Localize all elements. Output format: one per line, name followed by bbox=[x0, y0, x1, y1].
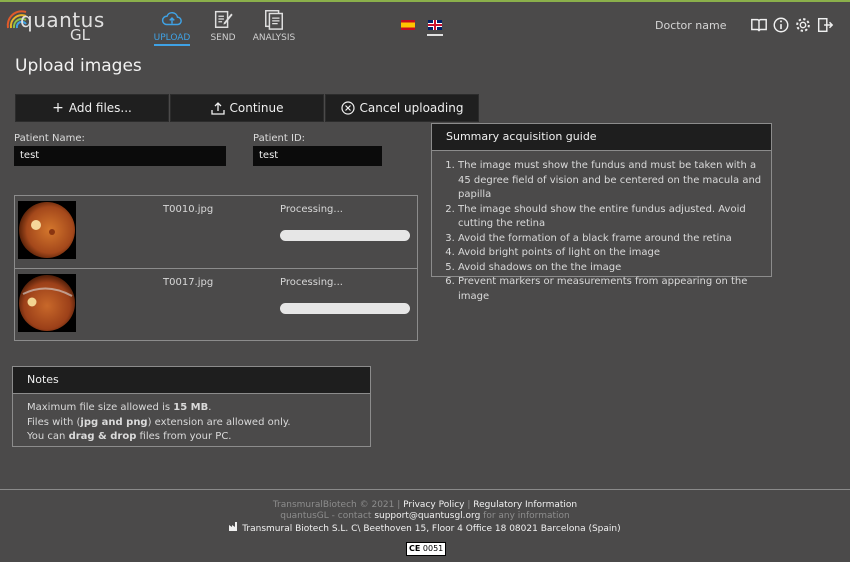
manual-book-icon[interactable] bbox=[750, 16, 768, 34]
acquisition-guide-title: Summary acquisition guide bbox=[432, 124, 771, 151]
file-status: Processing... bbox=[280, 204, 343, 215]
spanish-flag-icon[interactable] bbox=[401, 20, 415, 30]
footer-contact-prefix: quantusGL - contact bbox=[280, 511, 372, 521]
guide-item: Avoid the formation of a black frame aro… bbox=[458, 232, 763, 247]
notes-title: Notes bbox=[13, 367, 370, 394]
logo-text: quantus bbox=[20, 8, 105, 32]
patient-id-input[interactable]: test bbox=[253, 146, 382, 166]
language-selected-indicator bbox=[427, 34, 443, 36]
add-files-label: Add files... bbox=[68, 101, 132, 115]
settings-gear-icon[interactable] bbox=[794, 16, 812, 34]
regulatory-information-link[interactable]: Regulatory Information bbox=[473, 500, 577, 510]
logo-subtext: GL bbox=[70, 26, 90, 44]
notes-line-extensions: Files with (jpg and png) extension are a… bbox=[27, 416, 291, 428]
nav-upload[interactable]: UPLOAD bbox=[147, 8, 197, 46]
footer-address: Transmural Biotech S.L. C\ Beethoven 15,… bbox=[0, 522, 850, 534]
add-files-button[interactable]: + Add files... bbox=[15, 94, 169, 122]
acquisition-guide-panel: Summary acquisition guide The image must… bbox=[431, 123, 772, 302]
privacy-policy-link[interactable]: Privacy Policy bbox=[403, 500, 464, 510]
footer-links: TransmuralBiotech © 2021 | Privacy Polic… bbox=[0, 500, 850, 510]
cancel-uploading-button[interactable]: Cancel uploading bbox=[325, 94, 479, 122]
english-flag-icon[interactable] bbox=[428, 20, 442, 30]
guide-item: The image should show the entire fundus … bbox=[458, 203, 763, 232]
nav-upload-label: UPLOAD bbox=[153, 33, 191, 46]
company-address: Transmural Biotech S.L. C\ Beethoven 15,… bbox=[242, 524, 621, 534]
guide-item: Avoid shadows on the the image bbox=[458, 261, 763, 276]
fundus-thumbnail bbox=[18, 201, 76, 259]
footer-contact: quantusGL - contact support@quantusgl.or… bbox=[0, 511, 850, 521]
edit-document-icon bbox=[214, 10, 233, 28]
top-accent-line bbox=[0, 0, 850, 2]
doctor-name[interactable]: Doctor name bbox=[655, 19, 727, 32]
info-icon[interactable] bbox=[772, 16, 790, 34]
cloud-upload-icon bbox=[161, 11, 182, 26]
guide-item: Avoid bright points of light on the imag… bbox=[458, 246, 763, 261]
notes-line-file-size: Maximum file size allowed is 15 MB. bbox=[27, 402, 212, 413]
footer-separator: | bbox=[467, 500, 471, 510]
nav-analysis[interactable]: ANALYSIS bbox=[249, 8, 299, 43]
continue-button[interactable]: Continue bbox=[170, 94, 324, 122]
cancel-uploading-label: Cancel uploading bbox=[359, 101, 464, 115]
upload-progress-bar bbox=[280, 303, 410, 314]
quantus-logo[interactable]: quantus GL bbox=[4, 6, 105, 44]
upload-progress-bar bbox=[280, 230, 410, 241]
acquisition-guide-list: The image must show the fundus and must … bbox=[432, 159, 763, 304]
continue-label: Continue bbox=[229, 101, 284, 115]
file-name: T0010.jpg bbox=[163, 204, 214, 215]
notes-panel: Notes Maximum file size allowed is 15 MB… bbox=[12, 366, 371, 447]
nav-send[interactable]: SEND bbox=[198, 8, 248, 43]
nav-send-label: SEND bbox=[210, 33, 236, 43]
fundus-thumbnail bbox=[18, 274, 76, 332]
factory-icon bbox=[229, 522, 238, 531]
footer-contact-suffix: for any information bbox=[483, 511, 570, 521]
support-email-link[interactable]: support@quantusgl.org bbox=[374, 511, 480, 521]
files-list: T0010.jpg Processing... T0017.jpg Proces… bbox=[14, 195, 418, 341]
patient-id-label: Patient ID: bbox=[253, 133, 306, 144]
cancel-circle-icon bbox=[340, 101, 355, 115]
ce-number: 0051 bbox=[422, 544, 444, 553]
page-title: Upload images bbox=[15, 56, 142, 76]
plus-icon: + bbox=[52, 100, 64, 116]
nav-analysis-label: ANALYSIS bbox=[252, 33, 296, 43]
file-row: T0010.jpg Processing... bbox=[15, 196, 417, 268]
guide-item: The image must show the fundus and must … bbox=[458, 159, 763, 203]
footer-copyright: TransmuralBiotech © 2021 | bbox=[272, 500, 401, 510]
upload-icon bbox=[210, 102, 225, 115]
footer-divider bbox=[0, 489, 850, 490]
document-list-icon bbox=[265, 10, 283, 30]
notes-body: Maximum file size allowed is 15 MB. File… bbox=[13, 394, 370, 452]
file-status: Processing... bbox=[280, 277, 343, 288]
patient-name-label: Patient Name: bbox=[14, 133, 85, 144]
notes-line-drag-drop: You can drag & drop files from your PC. bbox=[27, 431, 232, 442]
patient-name-input[interactable]: test bbox=[14, 146, 226, 166]
file-row: T0017.jpg Processing... bbox=[15, 268, 417, 341]
ce-mark: CE 0051 bbox=[406, 542, 447, 556]
logout-icon[interactable] bbox=[816, 16, 834, 34]
file-name: T0017.jpg bbox=[163, 277, 214, 288]
guide-item: Prevent markers or measurements from app… bbox=[458, 275, 763, 304]
